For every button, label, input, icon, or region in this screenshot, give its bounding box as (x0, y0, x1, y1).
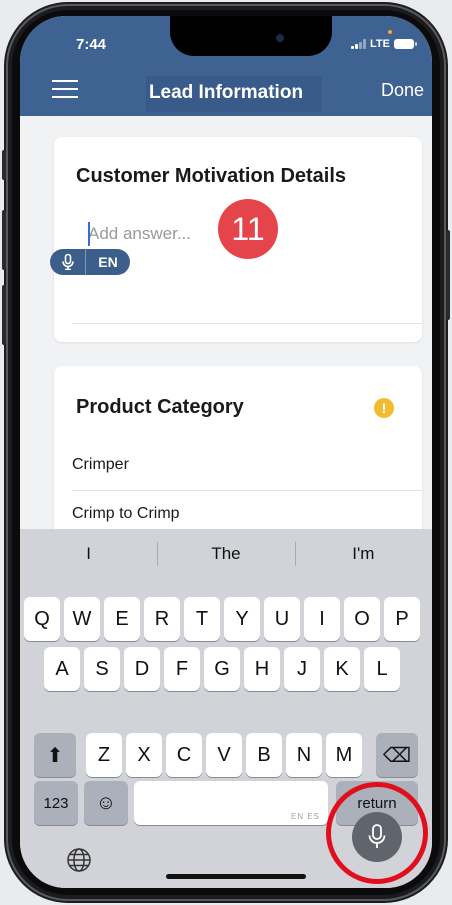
option-item-crimper[interactable]: Crimper (72, 456, 422, 474)
mute-switch (2, 150, 6, 180)
key-s[interactable]: S (84, 647, 120, 691)
text-caret (88, 222, 90, 246)
dictation-pill[interactable]: EN (50, 249, 130, 275)
battery-icon (394, 39, 417, 49)
key-f[interactable]: F (164, 647, 200, 691)
signal-icon (351, 39, 367, 49)
key-k[interactable]: K (324, 647, 360, 691)
key-e[interactable]: E (104, 597, 140, 641)
suggestion-item[interactable]: I'm (294, 529, 432, 579)
shift-icon: ⬆ (46, 744, 64, 767)
screen: 7:44 LTE Lead Information Done Customer … (20, 16, 432, 888)
motivation-title: Customer Motivation Details (76, 165, 347, 187)
key-h[interactable]: H (244, 647, 280, 691)
home-indicator (166, 874, 306, 879)
globe-icon[interactable] (66, 847, 92, 873)
field-underline (72, 323, 422, 324)
key-z[interactable]: Z (86, 733, 122, 777)
key-w[interactable]: W (64, 597, 100, 641)
volume-down-button (2, 285, 6, 345)
suggestion-bar: I The I'm (20, 529, 432, 579)
page-title: Lead Information (148, 82, 304, 103)
power-button (446, 230, 450, 320)
suggestion-item[interactable]: I (20, 529, 157, 579)
key-v[interactable]: V (206, 733, 242, 777)
key-y[interactable]: Y (224, 597, 260, 641)
shift-key[interactable]: ⬆ (34, 733, 76, 777)
key-g[interactable]: G (204, 647, 240, 691)
key-l[interactable]: L (364, 647, 400, 691)
option-divider (72, 490, 422, 491)
dictation-language: EN (98, 254, 118, 270)
option-item-crimp-to-crimp[interactable]: Crimp to Crimp (72, 505, 422, 523)
numbers-key[interactable]: 123 (34, 781, 78, 825)
delete-icon: ⌫ (382, 744, 412, 767)
camera-icon (276, 34, 284, 42)
space-language-label: EN ES (290, 812, 320, 821)
key-j[interactable]: J (284, 647, 320, 691)
status-time: 7:44 (76, 36, 107, 53)
microphone-icon (368, 824, 386, 848)
product-category-card: Product Category ! Crimper Crimp to Crim… (54, 366, 422, 556)
key-i[interactable]: I (304, 597, 340, 641)
key-o[interactable]: O (344, 597, 380, 641)
emoji-key[interactable]: ☺ (84, 781, 128, 825)
network-label: LTE (370, 38, 390, 50)
key-d[interactable]: D (124, 647, 160, 691)
exclamation-icon: ! (374, 398, 394, 418)
notch (170, 16, 332, 56)
microphone-icon (50, 249, 86, 275)
key-p[interactable]: P (384, 597, 420, 641)
suggestion-item[interactable]: The (157, 529, 294, 579)
privacy-indicator (388, 30, 392, 34)
emoji-icon: ☺ (95, 791, 117, 814)
delete-key[interactable]: ⌫ (376, 733, 418, 777)
step-badge: 11 (218, 199, 278, 259)
key-c[interactable]: C (166, 733, 202, 777)
product-category-title: Product Category (76, 396, 244, 418)
dictation-mic-button[interactable] (352, 812, 402, 862)
key-a[interactable]: A (44, 647, 80, 691)
volume-up-button (2, 210, 6, 270)
key-m[interactable]: M (326, 733, 362, 777)
space-key[interactable]: EN ES (134, 781, 328, 825)
status-indicators: LTE (351, 38, 417, 50)
done-button[interactable]: Done (381, 80, 424, 101)
key-n[interactable]: N (286, 733, 322, 777)
key-r[interactable]: R (144, 597, 180, 641)
key-u[interactable]: U (264, 597, 300, 641)
key-q[interactable]: Q (24, 597, 60, 641)
key-b[interactable]: B (246, 733, 282, 777)
app-header: 7:44 LTE Lead Information Done (20, 16, 432, 116)
key-x[interactable]: X (126, 733, 162, 777)
key-t[interactable]: T (184, 597, 220, 641)
